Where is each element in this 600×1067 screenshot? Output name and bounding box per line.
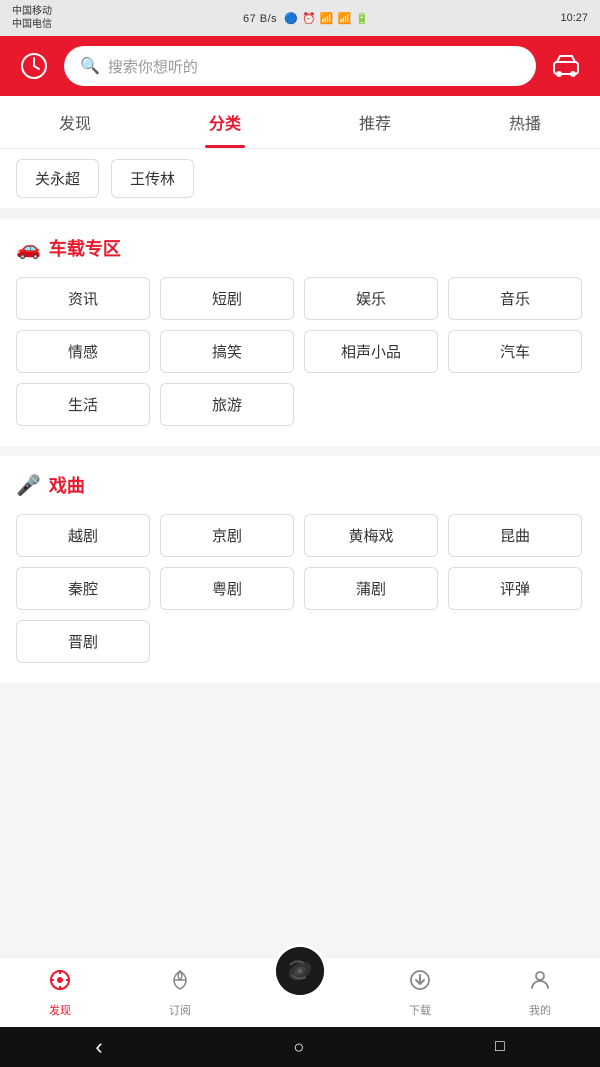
car-tag-grid: 资讯 短剧 娱乐 音乐 情感 搞笑 相声小品 汽车	[16, 277, 584, 426]
car-section: 🚗 车载专区 资讯 短剧 娱乐 音乐 情感 搞笑 相声小品	[0, 219, 600, 446]
artist-row: 关永超 王传林	[0, 149, 600, 209]
tag-kun[interactable]: 昆曲	[448, 514, 582, 557]
download-icon	[408, 968, 432, 998]
search-bar[interactable]: 🔍 搜索你想听的	[64, 46, 536, 86]
car-icon[interactable]	[548, 48, 584, 84]
clock-icon[interactable]	[16, 48, 52, 84]
opera-section-title: 🎤 戏曲	[16, 472, 584, 498]
tab-recommend[interactable]: 推荐	[300, 96, 450, 148]
artist-tag-wangchuanlin[interactable]: 王传林	[111, 159, 194, 198]
android-home[interactable]: ○	[293, 1037, 304, 1058]
tag-travel[interactable]: 旅游	[160, 383, 294, 426]
tag-crosstalk[interactable]: 相声小品	[304, 330, 438, 373]
tag-news[interactable]: 资讯	[16, 277, 150, 320]
search-placeholder: 搜索你想听的	[108, 56, 198, 77]
android-back[interactable]: ‹	[95, 1034, 102, 1060]
mine-icon	[528, 968, 552, 998]
tag-yue2[interactable]: 粤剧	[160, 567, 294, 610]
content: 关永超 王传林 🚗 车载专区 资讯 短剧 娱乐 音乐 情感	[0, 149, 600, 763]
car-section-icon: 🚗	[16, 236, 41, 261]
artist-tag-guanyongchao[interactable]: 关永超	[16, 159, 99, 198]
nav-tabs: 发现 分类 推荐 热播	[0, 96, 600, 149]
tag-pu[interactable]: 蒲剧	[304, 567, 438, 610]
tag-life[interactable]: 生活	[16, 383, 150, 426]
android-nav: ‹ ○ □	[0, 1027, 600, 1067]
status-bar: 中国移动 中国电信 67 B/s 🔵 ⏰ 📶 📶 🔋 10:27	[0, 0, 600, 36]
network-speed: 67 B/s	[243, 13, 277, 25]
opera-section-title-text: 戏曲	[49, 472, 85, 498]
nav-mine[interactable]: 我的	[480, 958, 600, 1027]
tag-huangmei[interactable]: 黄梅戏	[304, 514, 438, 557]
bottom-nav: 发现 订阅	[0, 957, 600, 1027]
subscribe-icon	[168, 968, 192, 998]
tag-entertainment[interactable]: 娱乐	[304, 277, 438, 320]
operator2-label: 中国电信	[12, 18, 52, 31]
nav-discover[interactable]: 发现	[0, 958, 120, 1027]
tab-hot[interactable]: 热播	[450, 96, 600, 148]
operator1-label: 中国移动	[12, 5, 52, 18]
car-section-title-text: 车载专区	[49, 235, 121, 261]
search-icon: 🔍	[80, 56, 100, 76]
opera-section: 🎤 戏曲 越剧 京剧 黄梅戏 昆曲 秦腔 粤剧 蒲剧	[0, 456, 600, 683]
tag-yue[interactable]: 越剧	[16, 514, 150, 557]
operator-info: 中国移动 中国电信	[12, 5, 52, 31]
tag-pingtan[interactable]: 评弹	[448, 567, 582, 610]
tag-jin[interactable]: 晋剧	[16, 620, 150, 663]
tag-emotion[interactable]: 情感	[16, 330, 150, 373]
tag-music[interactable]: 音乐	[448, 277, 582, 320]
nav-subscribe[interactable]: 订阅	[120, 958, 240, 1027]
nav-player[interactable]	[240, 958, 360, 1027]
discover-icon	[48, 968, 72, 998]
status-time: 10:27	[560, 12, 588, 24]
download-label: 下载	[409, 1002, 431, 1018]
tag-qin[interactable]: 秦腔	[16, 567, 150, 610]
nav-download[interactable]: 下载	[360, 958, 480, 1027]
opera-section-icon: 🎤	[16, 473, 41, 498]
tag-jing[interactable]: 京剧	[160, 514, 294, 557]
tab-discover[interactable]: 发现	[0, 96, 150, 148]
opera-tag-grid: 越剧 京剧 黄梅戏 昆曲 秦腔 粤剧 蒲剧 评弹	[16, 514, 584, 663]
tag-car[interactable]: 汽车	[448, 330, 582, 373]
status-center: 67 B/s 🔵 ⏰ 📶 📶 🔋	[243, 12, 370, 25]
subscribe-label: 订阅	[169, 1002, 191, 1018]
header: 🔍 搜索你想听的	[0, 36, 600, 96]
tab-category[interactable]: 分类	[150, 96, 300, 148]
discover-label: 发现	[49, 1002, 71, 1018]
android-recent[interactable]: □	[495, 1038, 505, 1056]
mine-label: 我的	[529, 1002, 551, 1018]
tag-drama[interactable]: 短剧	[160, 277, 294, 320]
player-avatar	[273, 944, 327, 998]
player-avatar-img	[276, 947, 324, 995]
car-section-title: 🚗 车载专区	[16, 235, 584, 261]
tag-funny[interactable]: 搞笑	[160, 330, 294, 373]
